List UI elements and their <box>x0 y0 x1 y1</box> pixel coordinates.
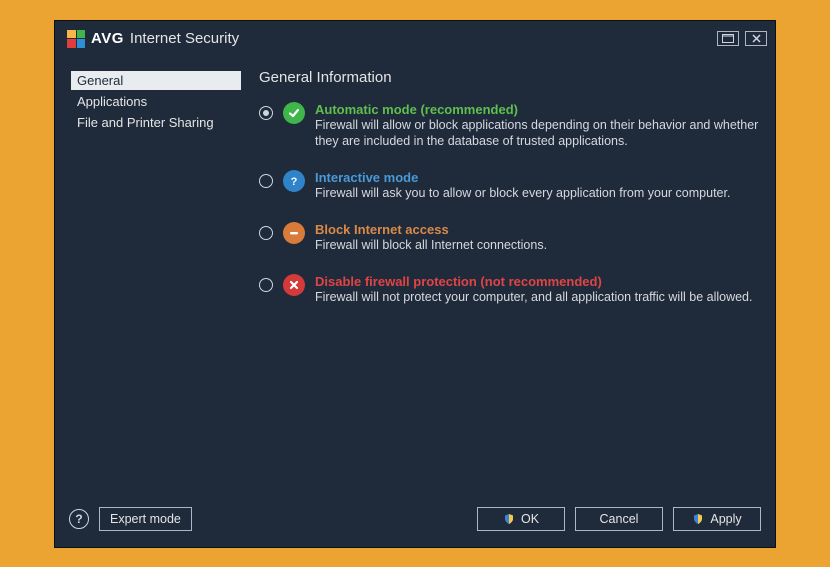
option-body: Automatic mode (recommended)Firewall wil… <box>315 102 759 151</box>
app-title: Internet Security <box>130 30 239 47</box>
shield-icon <box>503 513 515 525</box>
cancel-label: Cancel <box>600 512 639 526</box>
option-list: Automatic mode (recommended)Firewall wil… <box>259 102 759 306</box>
titlebar: AVG Internet Security <box>55 21 775 57</box>
cross-icon <box>283 274 305 296</box>
option-body: Disable firewall protection (not recomme… <box>315 274 759 306</box>
option-body: Block Internet accessFirewall will block… <box>315 222 759 254</box>
option-automatic: Automatic mode (recommended)Firewall wil… <box>259 102 759 151</box>
shield-icon <box>692 513 704 525</box>
sidebar-item-general[interactable]: General <box>71 71 241 90</box>
close-button[interactable] <box>745 31 767 46</box>
option-title: Disable firewall protection (not recomme… <box>315 274 759 289</box>
question-icon: ? <box>283 170 305 192</box>
avg-logo-icon <box>67 30 85 48</box>
help-icon[interactable]: ? <box>69 509 89 529</box>
app-window: AVG Internet Security General Application… <box>54 20 776 548</box>
option-desc: Firewall will not protect your computer,… <box>315 289 759 306</box>
radio-block[interactable] <box>259 226 273 240</box>
option-title: Automatic mode (recommended) <box>315 102 759 117</box>
option-body: Interactive modeFirewall will ask you to… <box>315 170 759 202</box>
ok-label: OK <box>521 512 539 526</box>
option-disable: Disable firewall protection (not recomme… <box>259 274 759 306</box>
option-desc: Firewall will block all Internet connect… <box>315 237 759 254</box>
check-icon <box>283 102 305 124</box>
svg-text:?: ? <box>291 176 298 188</box>
brand-text: AVG <box>91 30 124 47</box>
apply-button[interactable]: Apply <box>673 507 761 531</box>
sidebar: General Applications File and Printer Shar… <box>71 65 241 501</box>
option-interactive: ? Interactive modeFirewall will ask you t… <box>259 170 759 202</box>
sidebar-item-file-and-printer-sharing[interactable]: File and Printer Sharing <box>71 113 241 132</box>
main-panel: General Information Automatic mode (reco… <box>259 65 759 501</box>
footer: ? Expert mode OK Cancel Apply <box>55 501 775 547</box>
option-desc: Firewall will allow or block application… <box>315 117 759 151</box>
radio-disable[interactable] <box>259 278 273 292</box>
option-title: Interactive mode <box>315 170 759 185</box>
option-desc: Firewall will ask you to allow or block … <box>315 185 759 202</box>
radio-interactive[interactable] <box>259 174 273 188</box>
main-heading: General Information <box>259 69 759 86</box>
expert-mode-button[interactable]: Expert mode <box>99 507 192 531</box>
expert-mode-label: Expert mode <box>110 512 181 526</box>
minus-icon <box>283 222 305 244</box>
sidebar-item-applications[interactable]: Applications <box>71 92 241 111</box>
maximize-button[interactable] <box>717 31 739 46</box>
ok-button[interactable]: OK <box>477 507 565 531</box>
cancel-button[interactable]: Cancel <box>575 507 663 531</box>
option-title: Block Internet access <box>315 222 759 237</box>
radio-automatic[interactable] <box>259 106 273 120</box>
apply-label: Apply <box>710 512 741 526</box>
option-block: Block Internet accessFirewall will block… <box>259 222 759 254</box>
